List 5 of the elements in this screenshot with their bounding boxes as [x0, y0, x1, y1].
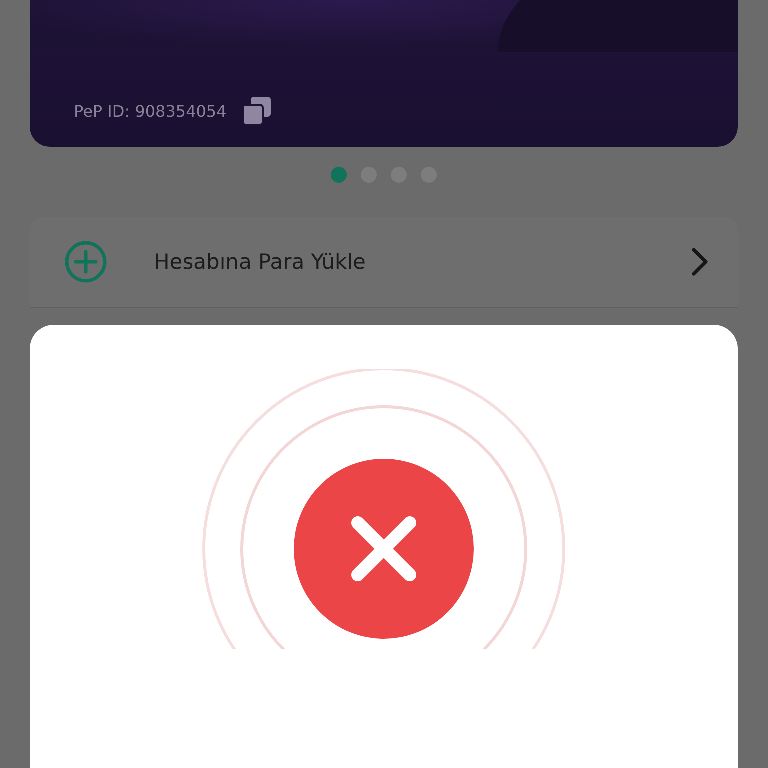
plus-circle-icon — [64, 240, 108, 284]
chevron-right-icon — [690, 247, 710, 277]
menu-item-label[interactable]: Hesabına Para Yükle — [154, 250, 690, 274]
page-dot[interactable] — [331, 167, 347, 183]
pep-id: PeP ID: 908354054 — [74, 102, 227, 120]
